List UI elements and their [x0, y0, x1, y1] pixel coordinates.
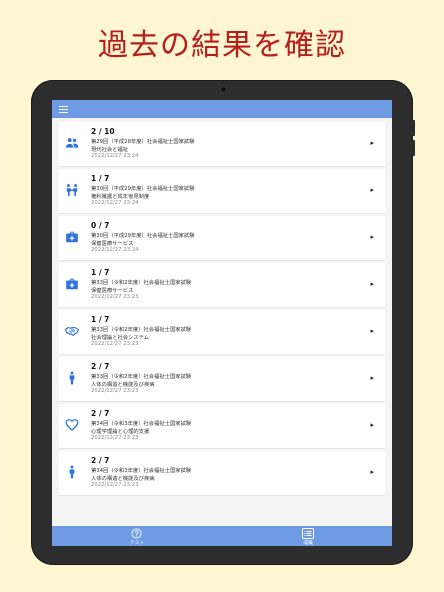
camera-dot [220, 86, 227, 93]
timestamp: 2022/12/27 23:23 [91, 341, 139, 347]
chevron-right-icon: ▸ [370, 327, 374, 335]
app-screen: 2 / 10 第29回（平成28年度）社会福祉士国家試験 現代社会と福祉 2022/1… [52, 100, 392, 546]
subject-name: 保健医療サービス [91, 288, 134, 294]
exam-title: 第29回（平成28年度）社会福祉士国家試験 [91, 139, 195, 145]
timestamp: 2022/12/27 23:24 [91, 247, 139, 253]
medical-bag-icon [66, 278, 78, 290]
chevron-right-icon: ▸ [370, 280, 374, 288]
chevron-right-icon: ▸ [370, 421, 374, 429]
exam-title: 第34回（令和3年度）社会福祉士国家試験 [91, 468, 192, 474]
tablet-frame: 2 / 10 第29回（平成28年度）社会福祉士国家試験 現代社会と福祉 2022/1… [31, 80, 415, 565]
tab-test[interactable]: テスト [117, 528, 157, 546]
exam-title: 第33回（令和2年度）社会福祉士国家試験 [91, 374, 192, 380]
timestamp: 2022/12/27 23:23 [91, 388, 139, 394]
result-item[interactable]: 1 / 7 第33回（令和2年度）社会福祉士国家試験 社会理論と社会システム 2022… [59, 310, 385, 355]
timestamp: 2022/12/27 23:23 [91, 482, 139, 488]
result-item[interactable]: 1 / 7 第33回（令和2年度）社会福祉士国家試験 保健医療サービス 2022/12… [59, 263, 385, 308]
score-text: 2 / 7 [91, 409, 110, 418]
menu-icon[interactable] [59, 106, 68, 114]
app-bar [52, 100, 392, 118]
volume-down-button [412, 140, 415, 156]
subject-name: 人体の構造と機能及び疾病 [91, 382, 155, 388]
chevron-right-icon: ▸ [370, 139, 374, 147]
result-item[interactable]: 2 / 7 第34回（令和3年度）社会福祉士国家試験 人体の構造と機能及び疾病 202… [59, 451, 385, 496]
chevron-right-icon: ▸ [370, 374, 374, 382]
subject-name: 保健医療サービス [91, 241, 134, 247]
subject-name: 現代社会と福祉 [91, 147, 129, 153]
timestamp: 2022/12/27 23:24 [91, 200, 139, 206]
exam-title: 第33回（令和2年度）社会福祉士国家試験 [91, 327, 192, 333]
volume-up-button [412, 120, 415, 136]
chevron-right-icon: ▸ [370, 468, 374, 476]
exam-title: 第33回（令和2年度）社会福祉士国家試験 [91, 280, 192, 286]
subject-name: 人体の構造と機能及び疾病 [91, 476, 155, 482]
exam-title: 第34回（令和3年度）社会福祉士国家試験 [91, 421, 192, 427]
timestamp: 2022/12/27 23:23 [91, 294, 139, 300]
score-text: 2 / 7 [91, 362, 110, 371]
score-text: 1 / 7 [91, 268, 110, 277]
person-icon [69, 465, 75, 479]
result-item[interactable]: 1 / 7 第30回（平成29年度）社会福祉士国家試験 権利擁護と成年後見制度 202… [59, 169, 385, 214]
promo-headline: 過去の結果を確認 [98, 28, 346, 63]
timestamp: 2022/12/27 23:24 [91, 153, 139, 159]
result-item[interactable]: 2 / 10 第29回（平成28年度）社会福祉士国家試験 現代社会と福祉 2022/1… [59, 122, 385, 167]
handshake-icon [65, 326, 79, 336]
medical-bag-icon [66, 231, 78, 243]
people-icon [65, 138, 79, 148]
score-text: 1 / 7 [91, 315, 110, 324]
score-text: 1 / 7 [91, 174, 110, 183]
score-text: 0 / 7 [91, 221, 110, 230]
tab-test-label: テスト [129, 541, 145, 546]
result-item[interactable]: 2 / 7 第33回（令和2年度）社会福祉士国家試験 人体の構造と機能及び疾病 202… [59, 357, 385, 402]
score-text: 2 / 10 [91, 127, 115, 136]
list-icon [302, 528, 314, 539]
bottom-tab-bar: テスト 成績 [52, 526, 392, 546]
chevron-right-icon: ▸ [370, 186, 374, 194]
timestamp: 2022/12/27 23:23 [91, 435, 139, 441]
result-item[interactable]: 0 / 7 第30回（平成29年度）社会福祉士国家試験 保健医療サービス 2022/1… [59, 216, 385, 261]
result-item[interactable]: 2 / 7 第34回（令和3年度）社会福祉士国家試験 心理学理論と心理的支援 2022… [59, 404, 385, 449]
heart-icon [65, 419, 79, 431]
exam-title: 第30回（平成29年度）社会福祉士国家試験 [91, 186, 195, 192]
person-icon [69, 371, 75, 385]
subject-name: 社会理論と社会システム [91, 335, 150, 341]
tab-results[interactable]: 成績 [288, 528, 328, 546]
exam-title: 第30回（平成29年度）社会福祉士国家試験 [91, 233, 195, 239]
subject-name: 権利擁護と成年後見制度 [91, 194, 150, 200]
subject-name: 心理学理論と心理的支援 [91, 429, 150, 435]
help-circle-icon [131, 528, 142, 539]
score-text: 2 / 7 [91, 456, 110, 465]
chevron-right-icon: ▸ [370, 233, 374, 241]
result-list: 2 / 10 第29回（平成28年度）社会福祉士国家試験 現代社会と福祉 2022/1… [59, 122, 385, 498]
tab-results-label: 成績 [303, 541, 313, 546]
person-handshake-icon [66, 184, 78, 196]
